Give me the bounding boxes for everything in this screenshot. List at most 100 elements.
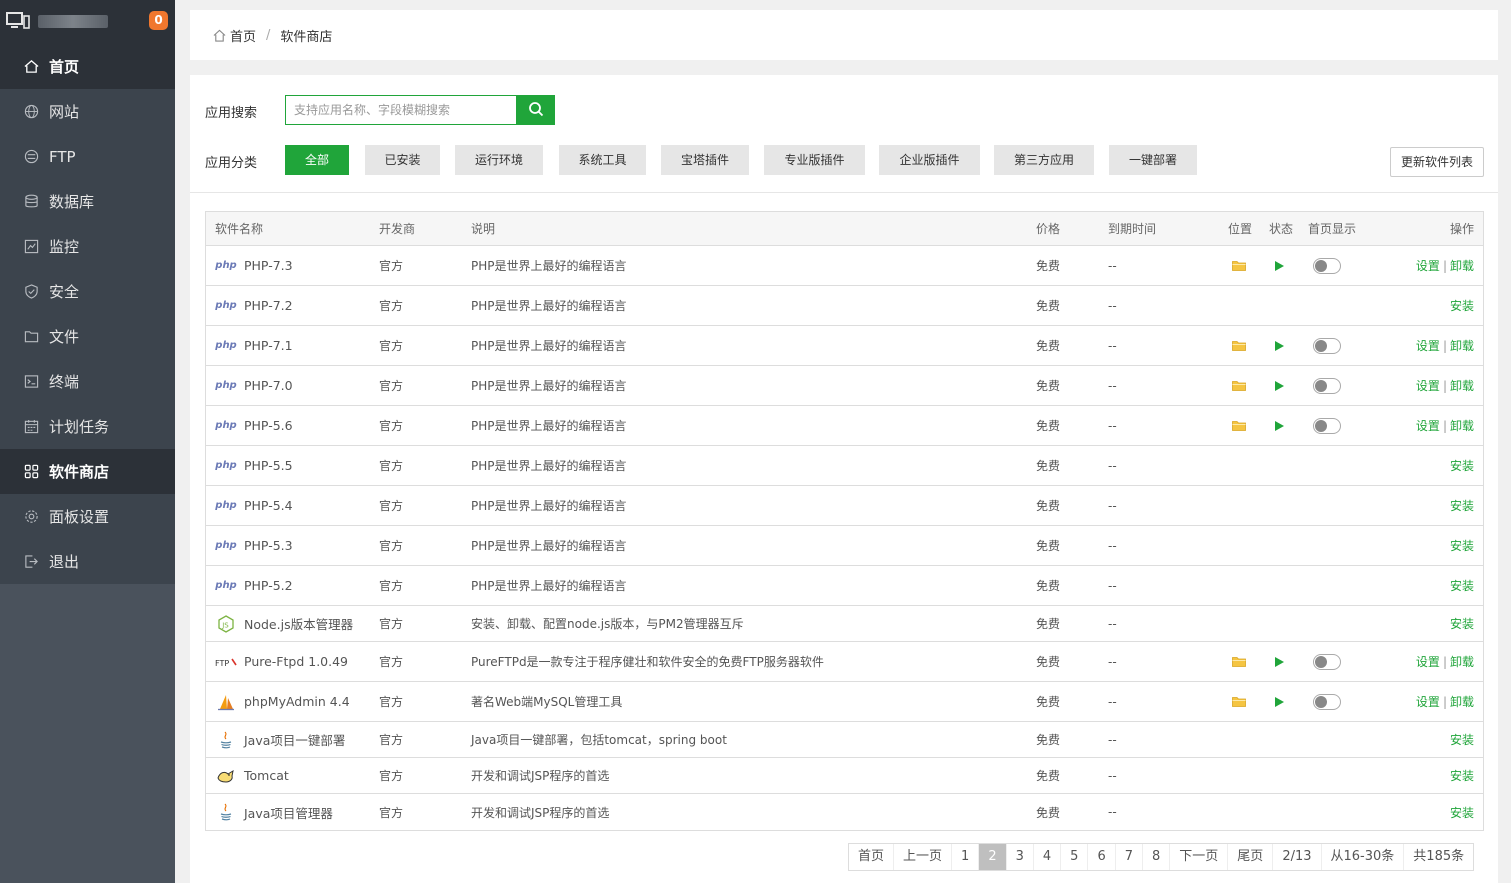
- developer: 官方: [379, 617, 404, 631]
- page-number-button[interactable]: 3: [1007, 844, 1034, 870]
- uninstall-link[interactable]: 卸载: [1450, 377, 1474, 394]
- settings-link[interactable]: 设置: [1416, 417, 1440, 434]
- page-number-button[interactable]: 4: [1034, 844, 1062, 870]
- operation-cell: 安装: [1450, 286, 1474, 325]
- running-play-icon[interactable]: [1275, 420, 1284, 431]
- category-pro-plugins[interactable]: 专业版插件: [764, 145, 865, 175]
- folder-open-icon[interactable]: [1232, 696, 1246, 707]
- install-link[interactable]: 安装: [1450, 767, 1474, 784]
- sidebar-item-settings[interactable]: 面板设置: [0, 494, 175, 539]
- sidebar-item-database[interactable]: 数据库: [0, 179, 175, 224]
- first-page-button[interactable]: 首页: [849, 844, 895, 870]
- home-display-toggle[interactable]: [1313, 377, 1341, 394]
- operation-cell: 设置 | 卸载: [1416, 682, 1474, 721]
- search-button[interactable]: [516, 95, 555, 125]
- settings-link[interactable]: 设置: [1416, 337, 1440, 354]
- page-number-button[interactable]: 1: [952, 844, 980, 870]
- description: PHP是世界上最好的编程语言: [471, 259, 627, 273]
- settings-link[interactable]: 设置: [1416, 653, 1440, 670]
- search-input[interactable]: 支持应用名称、字段模糊搜索: [285, 95, 517, 125]
- install-link[interactable]: 安装: [1450, 731, 1474, 748]
- category-all[interactable]: 全部: [285, 145, 349, 175]
- settings-link[interactable]: 设置: [1416, 257, 1440, 274]
- install-link[interactable]: 安装: [1450, 615, 1474, 632]
- page-number-button[interactable]: 6: [1088, 844, 1116, 870]
- sidebar-item-terminal[interactable]: 终端: [0, 359, 175, 404]
- sidebar-item-logout[interactable]: 退出: [0, 539, 175, 584]
- running-play-icon[interactable]: [1275, 340, 1284, 351]
- location-cell: [1228, 682, 1246, 721]
- sidebar-item-files[interactable]: 文件: [0, 314, 175, 359]
- folder-open-icon[interactable]: [1232, 656, 1246, 667]
- settings-link[interactable]: 设置: [1416, 693, 1440, 710]
- breadcrumb-home[interactable]: 首页: [230, 26, 256, 45]
- sidebar-item-monitor[interactable]: 监控: [0, 224, 175, 269]
- running-play-icon[interactable]: [1275, 696, 1284, 707]
- page-number-button[interactable]: 8: [1143, 844, 1171, 870]
- header-expire: 到期时间: [1108, 222, 1157, 236]
- page-number-button[interactable]: 7: [1116, 844, 1143, 870]
- sidebar-item-website[interactable]: 网站: [0, 89, 175, 134]
- header-op: 操作: [1449, 222, 1474, 236]
- sidebar-item-ftp[interactable]: FTP: [0, 134, 175, 179]
- category-enterprise-plugins[interactable]: 企业版插件: [879, 145, 980, 175]
- sidebar-item-app-store[interactable]: 软件商店: [0, 449, 175, 494]
- expire-time: --: [1108, 458, 1117, 473]
- uninstall-link[interactable]: 卸载: [1450, 337, 1474, 354]
- category-installed[interactable]: 已安装: [365, 145, 440, 175]
- location-cell: [1228, 366, 1246, 405]
- category-third-party[interactable]: 第三方应用: [994, 145, 1094, 175]
- location-cell: [1228, 246, 1246, 285]
- price: 免费: [1036, 539, 1061, 553]
- settings-link[interactable]: 设置: [1416, 377, 1440, 394]
- folder-open-icon[interactable]: [1232, 340, 1246, 351]
- install-link[interactable]: 安装: [1450, 804, 1474, 821]
- home-display-toggle[interactable]: [1313, 693, 1341, 710]
- uninstall-link[interactable]: 卸载: [1450, 653, 1474, 670]
- expire-time: --: [1108, 338, 1117, 353]
- page-number-button[interactable]: 2: [979, 844, 1007, 870]
- category-bt-plugins[interactable]: 宝塔插件: [661, 145, 749, 175]
- update-software-list-button[interactable]: 更新软件列表: [1390, 147, 1484, 177]
- sidebar-item-security[interactable]: 安全: [0, 269, 175, 314]
- uninstall-link[interactable]: 卸载: [1450, 257, 1474, 274]
- header-desc: 说明: [471, 222, 496, 236]
- running-play-icon[interactable]: [1275, 380, 1284, 391]
- prev-page-button[interactable]: 上一页: [894, 844, 953, 870]
- running-play-icon[interactable]: [1275, 260, 1284, 271]
- software-table-container: 软件名称 开发商 说明 价格 到期时间 位置 状态 首页显示 操作 php PHP…: [190, 193, 1498, 883]
- price: 免费: [1036, 805, 1061, 820]
- notification-badge[interactable]: 0: [149, 11, 168, 30]
- next-page-button[interactable]: 下一页: [1170, 844, 1229, 870]
- install-link[interactable]: 安装: [1450, 497, 1474, 514]
- home-display-cell: [1308, 326, 1341, 365]
- category-system-tools[interactable]: 系统工具: [559, 145, 646, 175]
- home-display-toggle[interactable]: [1313, 257, 1341, 274]
- install-link[interactable]: 安装: [1450, 297, 1474, 314]
- install-link[interactable]: 安装: [1450, 537, 1474, 554]
- last-page-button[interactable]: 尾页: [1228, 844, 1274, 870]
- software-name: Java项目管理器: [244, 805, 333, 821]
- category-runtime[interactable]: 运行环境: [455, 145, 543, 175]
- folder-open-icon[interactable]: [1232, 260, 1246, 271]
- running-play-icon[interactable]: [1275, 656, 1284, 667]
- folder-open-icon[interactable]: [1232, 420, 1246, 431]
- home-display-toggle[interactable]: [1313, 337, 1341, 354]
- sidebar-item-cron[interactable]: 计划任务: [0, 404, 175, 449]
- uninstall-link[interactable]: 卸载: [1450, 693, 1474, 710]
- home-display-toggle[interactable]: [1313, 653, 1341, 670]
- uninstall-link[interactable]: 卸载: [1450, 417, 1474, 434]
- tomcat-logo-icon: [215, 767, 237, 785]
- software-name-cell: php PHP-7.2: [215, 286, 292, 325]
- sidebar-item-home[interactable]: 首页: [0, 44, 175, 89]
- install-link[interactable]: 安装: [1450, 577, 1474, 594]
- software-name: Tomcat: [244, 768, 289, 783]
- page-number-button[interactable]: 5: [1061, 844, 1089, 870]
- install-link[interactable]: 安装: [1450, 457, 1474, 474]
- category-one-click-deploy[interactable]: 一键部署: [1109, 145, 1197, 175]
- software-name-cell: php PHP-5.3: [215, 526, 292, 565]
- expire-time: --: [1108, 418, 1117, 433]
- folder-open-icon[interactable]: [1232, 380, 1246, 391]
- home-display-toggle[interactable]: [1313, 417, 1341, 434]
- developer: 官方: [379, 259, 404, 273]
